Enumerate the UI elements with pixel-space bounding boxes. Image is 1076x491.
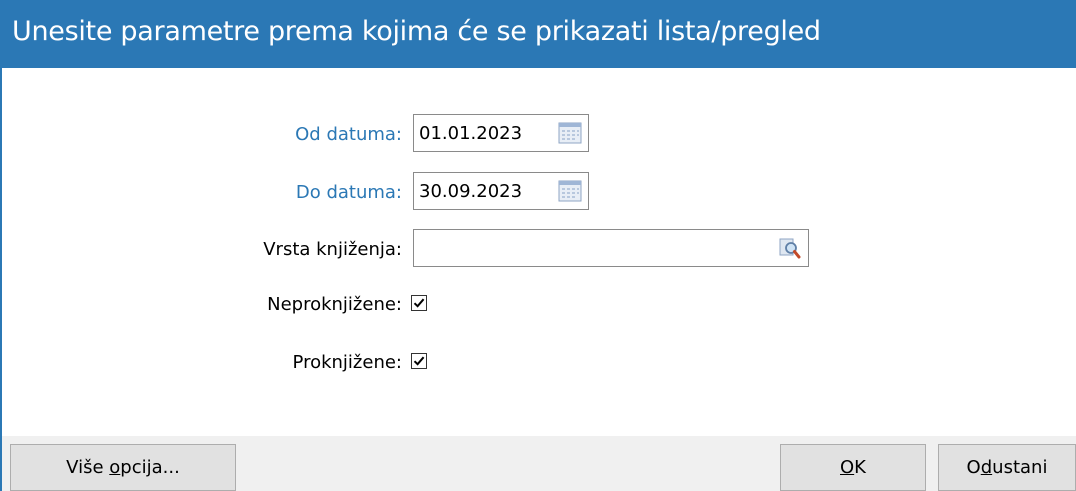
od-datuma-value: 01.01.2023 (419, 123, 523, 144)
lookup-search-icon[interactable] (778, 236, 802, 260)
neproknjizene-checkbox[interactable] (411, 295, 427, 311)
vrsta-knjizenja-label: Vrsta knjiženja: (263, 239, 402, 260)
checkmark-icon (413, 356, 425, 366)
vrsta-knjizenja-field[interactable] (413, 229, 809, 267)
do-datuma-field[interactable]: 30.09.2023 (413, 172, 589, 210)
dialog-title: Unesite parametre prema kojima će se pri… (12, 16, 821, 47)
calendar-icon[interactable] (558, 179, 582, 203)
od-datuma-label: Od datuma: (295, 124, 402, 145)
ok-button[interactable]: OK (780, 444, 926, 491)
proknjizene-label: Proknjižene: (292, 352, 402, 373)
checkmark-icon (413, 298, 425, 308)
dialog-title-bar: Unesite parametre prema kojima će se pri… (0, 0, 1076, 68)
vise-opcija-button[interactable]: Više opcija... (10, 444, 236, 491)
neproknjizene-label: Neproknjižene: (267, 294, 402, 315)
do-datuma-label: Do datuma: (295, 182, 402, 203)
proknjizene-checkbox[interactable] (411, 353, 427, 369)
dialog-left-border (0, 68, 2, 491)
do-datuma-value: 30.09.2023 (419, 181, 523, 202)
calendar-icon[interactable] (558, 121, 582, 145)
odustani-button[interactable]: Odustani (938, 444, 1076, 491)
od-datuma-field[interactable]: 01.01.2023 (413, 114, 589, 152)
